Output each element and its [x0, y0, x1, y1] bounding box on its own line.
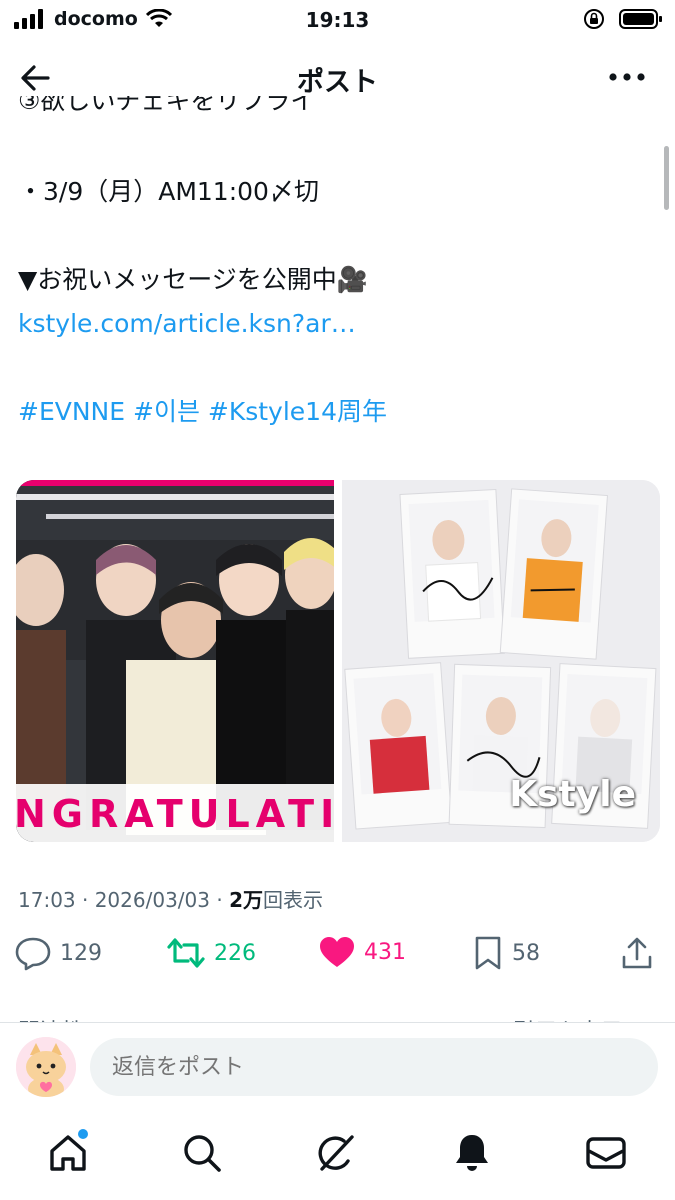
views-count: 2万 — [229, 888, 263, 912]
post-actions: 129 226 431 58 — [14, 935, 664, 979]
more-options-button[interactable] — [607, 64, 647, 90]
rotation-lock-icon — [584, 9, 604, 29]
post-text: ③欲しいチェキをリプライ ・3/9（月）AM11:00〆切 ▼お祝いメッセージを… — [18, 96, 658, 434]
repost-count: 226 — [214, 940, 256, 966]
tab-notifications[interactable] — [450, 1131, 494, 1175]
reply-input[interactable] — [90, 1038, 658, 1096]
tab-messages[interactable] — [584, 1131, 628, 1175]
post-meta: 17:03 · 2026/03/03 · 2万回表示 — [18, 884, 323, 913]
share-icon — [622, 937, 652, 969]
status-bar: docomo 19:13 — [0, 0, 675, 40]
reply-icon — [15, 937, 51, 971]
more-dots-icon — [609, 73, 645, 81]
repost-icon — [167, 938, 205, 968]
post-line-message: ▼お祝いメッセージを公開中🎥 — [18, 265, 368, 294]
post-media: NGRATULATIO — [16, 480, 660, 842]
heart-icon — [320, 937, 354, 967]
bookmark-action[interactable]: 58 — [472, 935, 540, 971]
share-action[interactable] — [620, 935, 654, 971]
grok-icon — [318, 1135, 354, 1171]
like-action[interactable]: 431 — [318, 935, 406, 969]
home-notification-dot — [78, 1129, 88, 1139]
group-photo-illustration — [16, 480, 334, 842]
cat-avatar-illustration — [16, 1037, 76, 1097]
reply-bar — [0, 1023, 675, 1113]
avatar[interactable] — [16, 1037, 76, 1097]
bottom-tab-bar — [0, 1113, 675, 1200]
views-label: 回表示 — [262, 888, 323, 912]
post-line-deadline: ・3/9（月）AM11:00〆切 — [18, 177, 319, 206]
search-icon — [184, 1135, 221, 1172]
tab-grok[interactable] — [314, 1131, 358, 1175]
kstyle-watermark: Kstyle — [509, 774, 636, 815]
article-link[interactable]: kstyle.com/article.ksn?ar… — [18, 302, 658, 346]
tab-search[interactable] — [180, 1131, 224, 1175]
banner-text: NGRATULATIO — [16, 792, 334, 836]
group-photo[interactable]: NGRATULATIO — [16, 480, 334, 842]
battery-icon — [619, 9, 662, 29]
post-timestamp: 17:03 · 2026/03/03 · — [18, 888, 230, 912]
scroll-indicator — [664, 146, 669, 210]
status-right — [583, 8, 663, 30]
repost-action[interactable]: 226 — [166, 935, 256, 971]
cheki-photo[interactable]: Kstyle — [342, 480, 660, 842]
status-time: 19:13 — [305, 8, 370, 32]
reply-count: 129 — [60, 940, 102, 966]
post-line-clipped: ③欲しいチェキをリプライ — [18, 96, 316, 115]
mail-icon — [586, 1137, 626, 1169]
reply-action[interactable]: 129 — [14, 935, 102, 971]
bell-icon — [456, 1135, 488, 1171]
like-count: 431 — [364, 939, 406, 965]
bookmark-count: 58 — [512, 940, 540, 966]
hashtags[interactable]: #EVNNE #이븐 #Kstyle14周年 — [18, 390, 658, 434]
tab-home[interactable] — [46, 1129, 90, 1175]
bookmark-icon — [475, 936, 501, 970]
page-title: ポスト — [297, 67, 378, 98]
